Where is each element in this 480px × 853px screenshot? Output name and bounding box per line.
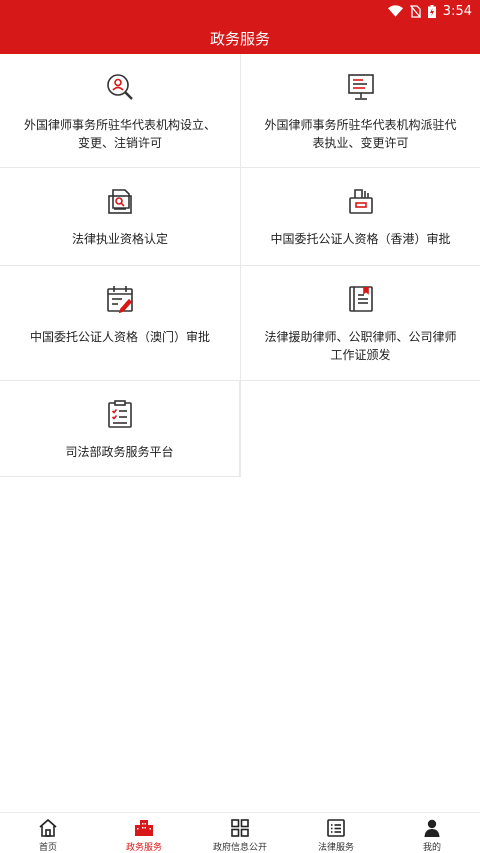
service-grid: 外国律师事务所驻华代表机构设立、变更、注销许可 外国律师事务所驻华代表机构派驻代… bbox=[0, 54, 480, 477]
battery-charging-icon bbox=[427, 4, 436, 18]
list-icon bbox=[327, 819, 345, 837]
app-bar: 政务服务 bbox=[0, 22, 480, 54]
status-time: 3:54 bbox=[442, 3, 472, 19]
tab-government-info-disclosure[interactable]: 政府信息公开 bbox=[192, 813, 288, 853]
tab-mine[interactable]: 我的 bbox=[384, 813, 480, 853]
document-search-icon bbox=[108, 189, 132, 214]
service-item-representative-permit[interactable]: 外国律师事务所驻华代表机构派驻代表执业、变更许可 bbox=[240, 54, 480, 167]
tab-government-services[interactable]: 政务服务 bbox=[96, 813, 192, 853]
status-bar: 3:54 bbox=[0, 0, 480, 22]
service-label: 中国委托公证人资格（香港）审批 bbox=[270, 232, 451, 246]
service-item-legal-qualification[interactable]: 法律执业资格认定 bbox=[0, 168, 240, 265]
wifi-icon bbox=[387, 5, 403, 17]
calendar-edit-icon bbox=[107, 286, 133, 314]
tab-legal-services[interactable]: 法律服务 bbox=[288, 813, 384, 853]
service-label: 司法部政务服务平台 bbox=[65, 445, 174, 459]
certificate-book-icon bbox=[348, 286, 373, 312]
tab-label: 政府信息公开 bbox=[212, 843, 267, 853]
empty-cell bbox=[240, 381, 480, 477]
tab-label: 政务服务 bbox=[125, 843, 162, 853]
tab-label: 首页 bbox=[38, 843, 57, 853]
service-item-lawyer-work-certificate[interactable]: 法律援助律师、公职律师、公司律师工作证颁发 bbox=[240, 266, 480, 380]
no-sim-icon bbox=[409, 4, 421, 18]
briefcase-icon bbox=[348, 189, 373, 214]
grid-icon bbox=[231, 819, 249, 837]
person-icon bbox=[424, 819, 440, 837]
service-label: 法律执业资格认定 bbox=[71, 232, 168, 246]
service-item-foreign-firm-office-permit[interactable]: 外国律师事务所驻华代表机构设立、变更、注销许可 bbox=[0, 54, 240, 167]
service-item-notary-macau[interactable]: 中国委托公证人资格（澳门）审批 bbox=[0, 266, 240, 380]
tab-home[interactable]: 首页 bbox=[0, 813, 96, 853]
service-item-moj-platform[interactable]: 司法部政务服务平台 bbox=[0, 381, 240, 477]
clipboard-checklist-icon bbox=[107, 400, 132, 428]
building-icon bbox=[135, 820, 153, 836]
service-label: 外国律师事务所驻华代表机构派驻代表执业、变更许可 bbox=[264, 118, 457, 150]
tab-label: 法律服务 bbox=[317, 843, 354, 853]
service-item-notary-hongkong[interactable]: 中国委托公证人资格（香港）审批 bbox=[240, 168, 480, 265]
search-user-icon bbox=[107, 74, 133, 100]
service-label: 法律援助律师、公职律师、公司律师工作证颁发 bbox=[264, 330, 457, 362]
home-icon bbox=[39, 818, 57, 837]
page-title: 政务服务 bbox=[209, 29, 270, 48]
bottom-tab-bar: 首页 政务服务 政府信息公开 法律服务 我的 bbox=[0, 812, 480, 853]
monitor-icon bbox=[347, 74, 374, 100]
service-label: 中国委托公证人资格（澳门）审批 bbox=[29, 330, 210, 344]
tab-label: 我的 bbox=[422, 843, 441, 853]
service-label: 外国律师事务所驻华代表机构设立、变更、注销许可 bbox=[23, 118, 216, 150]
